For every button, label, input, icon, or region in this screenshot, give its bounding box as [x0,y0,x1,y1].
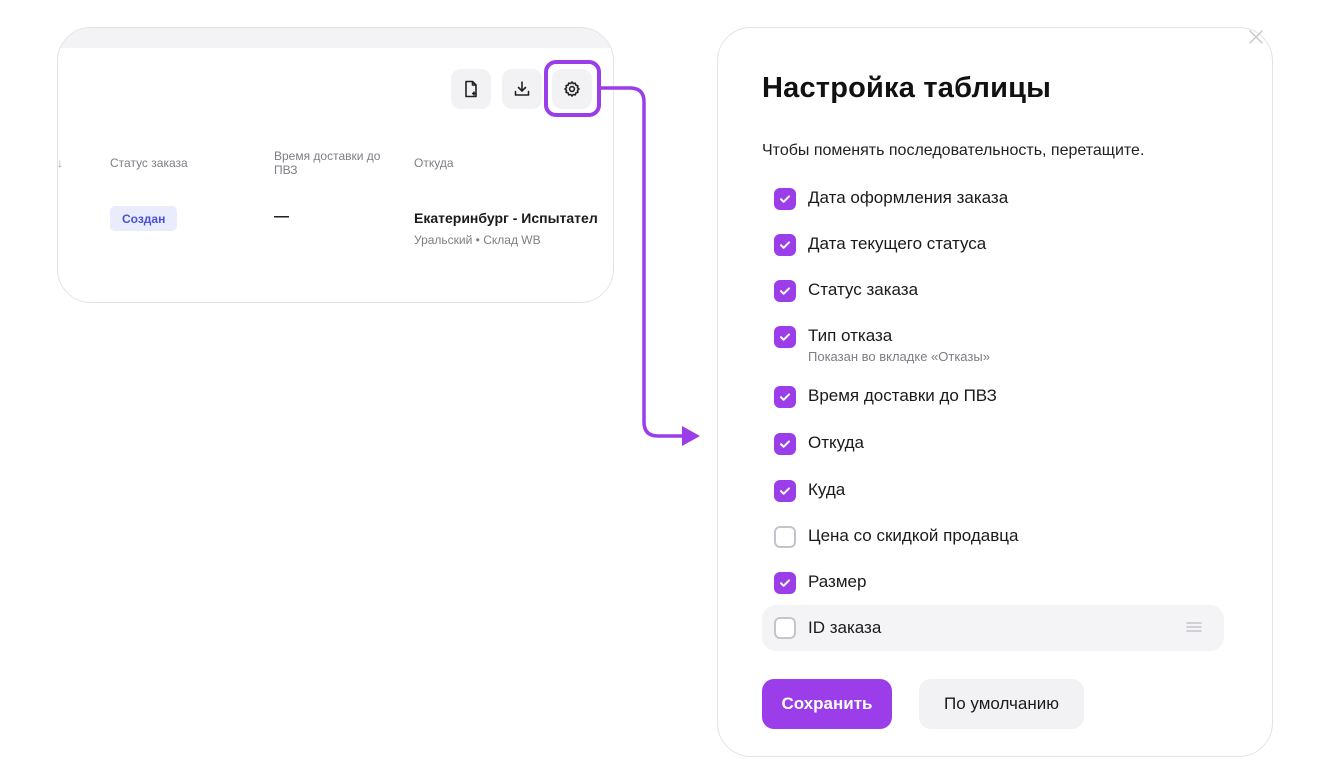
table-preview: ↓ Статус заказа Время доставки до ПВЗ От… [57,27,614,303]
from-warehouse-cell: Уральский • Склад WB [414,233,541,247]
check-icon [780,195,790,203]
checkbox-unchecked[interactable] [774,617,796,639]
settings-highlight [544,60,601,117]
download-button[interactable] [502,69,542,109]
option-label: Тип отказа [808,326,893,345]
option-label: Дата текущего статуса [808,234,987,253]
option-sublabel: Показан во вкладке «Отказы» [808,349,990,364]
option-label: Куда [808,480,846,499]
column-header-delivery-time[interactable]: Время доставки до ПВЗ [274,149,384,177]
status-badge: Создан [110,206,178,231]
option-label: Дата оформления заказа [808,188,1009,207]
save-button[interactable]: Сохранить [762,679,892,729]
option-to[interactable]: Куда [762,470,1224,516]
from-city-cell: Екатеринбург - Испытател [414,210,598,226]
check-icon [780,487,790,495]
checkbox-checked[interactable] [774,234,796,256]
option-label: Время доставки до ПВЗ [808,386,997,405]
table-settings-dialog: Настройка таблицы Чтобы поменять последо… [717,27,1273,757]
preview-topbar [58,28,613,48]
delivery-time-cell: — [274,208,289,225]
dialog-hint: Чтобы поменять последовательность, перет… [762,142,1145,159]
check-icon [780,333,790,341]
column-header-status[interactable]: Статус заказа [110,156,188,170]
file-export-icon [465,80,477,98]
option-seller-discount-price[interactable]: Цена со скидкой продавца [762,516,1224,562]
option-order-id[interactable]: ID заказа [762,605,1224,651]
check-icon [780,393,790,401]
check-icon [780,440,790,448]
option-label: Цена со скидкой продавца [808,526,1019,545]
option-order-status[interactable]: Статус заказа [762,270,1224,316]
download-icon [514,81,530,96]
close-icon[interactable] [1247,28,1265,46]
option-label: Размер [808,572,867,591]
dialog-title: Настройка таблицы [762,72,1052,104]
check-icon [780,579,790,587]
option-label: Откуда [808,433,864,452]
option-status-date[interactable]: Дата текущего статуса [762,224,1224,270]
check-icon [780,241,790,249]
option-label: Статус заказа [808,280,919,299]
checkbox-checked[interactable] [774,433,796,455]
checkbox-checked[interactable] [774,188,796,210]
checkbox-unchecked[interactable] [774,526,796,548]
column-header-from[interactable]: Откуда [414,156,454,170]
checkbox-checked[interactable] [774,480,796,502]
option-from[interactable]: Откуда [762,423,1224,469]
checkbox-checked[interactable] [774,572,796,594]
export-button[interactable] [451,69,491,109]
checkbox-checked[interactable] [774,326,796,348]
option-delivery-time[interactable]: Время доставки до ПВЗ [762,376,1224,422]
checkbox-checked[interactable] [774,280,796,302]
check-icon [780,287,790,295]
reset-default-button[interactable]: По умолчанию [919,679,1084,729]
option-order-date[interactable]: Дата оформления заказа [762,178,1224,224]
sort-arrow-icon[interactable]: ↓ [58,156,63,170]
option-refusal-type[interactable]: Тип отказа Показан во вкладке «Отказы» [762,316,1224,374]
drag-handle-icon[interactable] [1186,621,1202,633]
checkbox-checked[interactable] [774,386,796,408]
option-size[interactable]: Размер [762,562,1224,608]
option-label: ID заказа [808,618,882,637]
